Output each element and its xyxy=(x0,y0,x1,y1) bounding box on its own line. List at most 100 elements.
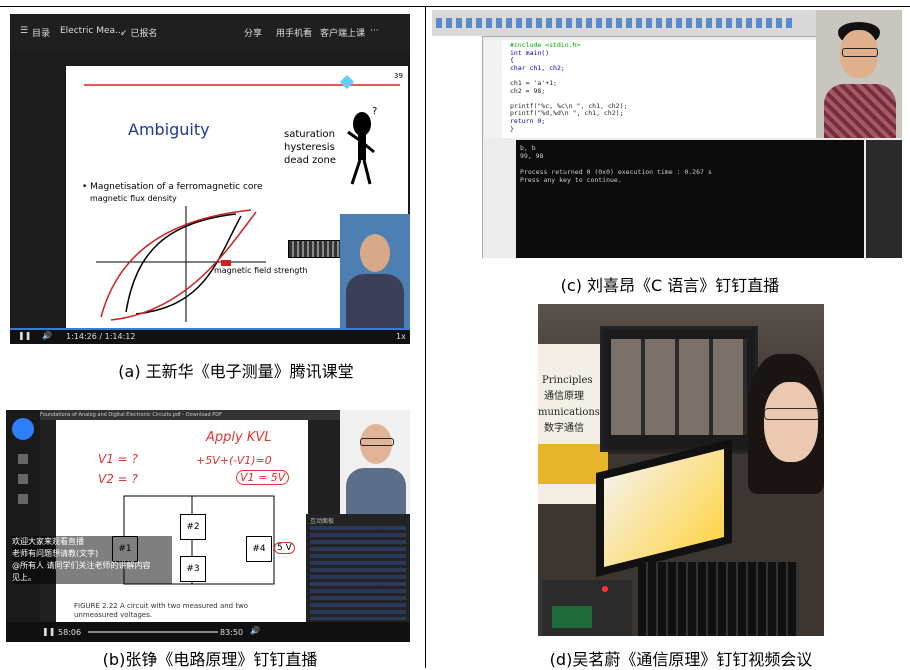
comment-2: 老师有问题想请教(文字) xyxy=(12,548,172,560)
stick-figure-icon: ? xyxy=(347,106,377,185)
video-conference-monitor xyxy=(600,326,758,452)
code-editor[interactable]: #include <stdio.h> int main() { char ch1… xyxy=(484,40,818,138)
participant-grid xyxy=(611,339,747,435)
share-button[interactable]: 分享 xyxy=(244,26,262,39)
desk-electronics xyxy=(542,580,632,636)
handwriting-result: V1 = 5V xyxy=(236,470,290,485)
client-watch-button[interactable]: 客户端上课 xyxy=(320,26,365,39)
comment-3: @所有人 请同学们关注老师的讲解内容 xyxy=(12,560,172,572)
dingtalk-sidebar xyxy=(6,410,40,642)
teacher-head xyxy=(360,234,390,272)
teacher-webcam-c xyxy=(816,10,902,138)
bullet-text: • Magnetisation of a ferromagnetic core xyxy=(82,182,263,192)
book-word-2: 通信原理 xyxy=(544,391,584,402)
panel-a-screenshot: ☰ 目录 Electric Mea... ✓ 已报名 分享 用手机看 客户端上课… xyxy=(10,14,410,344)
book-word-4: 数字通信 xyxy=(544,423,584,434)
player-controls: ❚❚ 🔊 1:14:26 / 1:14:12 1x xyxy=(10,328,410,344)
teacher-glasses-b xyxy=(360,438,394,446)
more-button[interactable]: ··· xyxy=(370,26,379,36)
pdf-tab-title[interactable]: Foundations of Analog and Digital Electr… xyxy=(40,412,222,418)
tablet-screen xyxy=(604,449,724,567)
pause-icon[interactable]: ❚❚ xyxy=(18,331,31,340)
app-logo-icon xyxy=(12,418,34,440)
tablet-device xyxy=(596,439,732,577)
book-word-3: munications xyxy=(538,407,600,418)
figure-caption: FIGURE 2.22 A circuit with two measured … xyxy=(74,602,249,619)
caption-c: (c) 刘喜昂《C 语言》钉钉直播 xyxy=(560,276,780,295)
handwriting-kvl: Apply KVL xyxy=(206,430,272,445)
teacher-webcam-b xyxy=(340,410,410,514)
console-window: b, b 99, 98 Process returned 0 (0x0) exe… xyxy=(516,140,864,258)
term-dead-zone: dead zone xyxy=(284,155,337,166)
toolbar-icons[interactable] xyxy=(436,18,796,28)
code-line: } xyxy=(510,124,514,133)
line-gutter xyxy=(484,40,502,138)
handwriting-equation: +5V+(-V1)=0 xyxy=(196,454,272,467)
handwriting-v1: V1 = ? xyxy=(98,452,138,466)
volume-icon-b[interactable]: 🔊 xyxy=(250,626,260,635)
phone-watch-button[interactable]: 用手机看 xyxy=(276,26,312,39)
sidebar-tool-1[interactable] xyxy=(18,454,28,464)
slide-number: 39 xyxy=(394,72,403,80)
caption-b: (b)张铮《电路原理》钉钉直播 xyxy=(102,650,318,669)
table-center-rule xyxy=(425,6,426,668)
element-2: #2 xyxy=(180,514,206,540)
console-line: 99, 98 xyxy=(520,152,544,160)
caption-d: (d)吴茗蔚《通信原理》钉钉视频会议 xyxy=(549,650,813,669)
teacher-shirt xyxy=(346,274,404,328)
teacher-webcam xyxy=(340,214,410,328)
console-line: b, b xyxy=(520,144,536,152)
sidebar-tool-2[interactable] xyxy=(18,474,28,484)
seek-bar[interactable] xyxy=(88,631,218,633)
term-hysteresis: hysteresis xyxy=(284,142,335,153)
element-4: #4 xyxy=(246,536,272,562)
time-display: 1:14:26 / 1:14:12 xyxy=(66,332,136,341)
teacher-glasses-c xyxy=(842,48,878,57)
caption-a: (a) 王新华《电子测量》腾讯课堂 xyxy=(118,362,354,381)
right-tool-pane xyxy=(866,140,902,258)
hysteresis-diagram xyxy=(96,206,266,322)
source-voltage: 5 V xyxy=(274,542,295,554)
term-saturation: saturation xyxy=(284,129,335,140)
panel-c-screenshot: #include <stdio.h> int main() { char ch1… xyxy=(432,10,902,258)
code-line: return 0; xyxy=(510,116,546,125)
pdf-tab-bar: Foundations of Analog and Digital Electr… xyxy=(40,410,340,420)
project-pane xyxy=(432,36,483,258)
chat-header: 互动面板 xyxy=(310,518,335,525)
course-title: Electric Mea... xyxy=(60,26,124,36)
live-comments: 欢迎大家来观看直播 老师有问题想请教(文字) @所有人 请同学们关注老师的讲解内… xyxy=(12,536,172,584)
time-right: 83:50 xyxy=(220,628,244,637)
slide-title: Ambiguity xyxy=(128,120,210,139)
table-top-rule xyxy=(0,6,910,7)
field-strength-label: magnetic field strength xyxy=(214,266,308,275)
player-topbar: ☰ 目录 Electric Mea... ✓ 已报名 分享 用手机看 客户端上课… xyxy=(10,14,410,50)
sidebar-tool-3[interactable] xyxy=(18,494,28,504)
speed-button[interactable]: 1x xyxy=(396,332,406,341)
side-terms: saturation hysteresis dead zone xyxy=(284,128,336,167)
console-text: b, b 99, 98 Process returned 0 (0x0) exe… xyxy=(520,144,712,184)
pause-icon-b[interactable]: ❚❚ xyxy=(42,627,55,636)
code-text: #include <stdio.h> int main() { char ch1… xyxy=(510,41,627,133)
enrolled-badge: ✓ 已报名 xyxy=(120,29,158,39)
progress-bar[interactable] xyxy=(10,328,410,330)
pdf-page: Apply KVL +5V+(-V1)=0 V1 = 5V V1 = ? V2 … xyxy=(56,420,308,626)
book-word-1: Principles xyxy=(542,375,593,386)
catalog-label[interactable]: 目录 xyxy=(32,26,50,39)
slide-diamond-icon xyxy=(339,74,355,90)
menu-icon[interactable]: ☰ xyxy=(20,26,28,36)
live-controls: ❚❚ 58:06 83:50 🔊 xyxy=(6,622,410,642)
slide-top-line xyxy=(84,84,400,86)
element-3: #3 xyxy=(180,556,206,582)
led-light xyxy=(602,586,608,592)
comment-4: 见上。 xyxy=(12,572,172,584)
volume-icon[interactable]: 🔊 xyxy=(42,331,52,340)
keyboard xyxy=(638,562,798,636)
panel-d-photo: Principles 通信原理 munications 数字通信 xyxy=(538,304,824,636)
teacher-shirt-b xyxy=(346,468,406,514)
code-line: int main() xyxy=(510,48,550,57)
comment-1: 欢迎大家来观看直播 xyxy=(12,536,172,548)
console-line: Process returned 0 (0x0) execution time … xyxy=(520,168,712,176)
teacher-shirt-c xyxy=(824,84,896,138)
time-left: 58:06 xyxy=(58,628,82,637)
